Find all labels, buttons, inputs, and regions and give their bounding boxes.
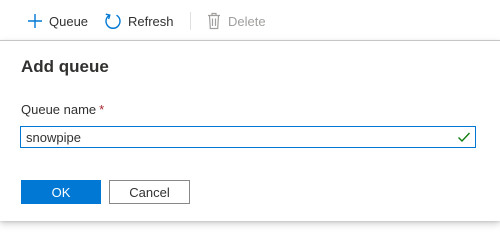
add-queue-button[interactable]: Queue <box>27 10 88 32</box>
queue-name-label-text: Queue name <box>21 102 97 117</box>
command-bar: Queue Refresh Delete <box>0 0 500 42</box>
delete-button[interactable]: Delete <box>206 10 266 32</box>
plus-icon <box>27 13 43 29</box>
refresh-button[interactable]: Refresh <box>104 10 174 32</box>
add-queue-label: Queue <box>49 13 89 29</box>
toolbar-divider <box>190 12 191 30</box>
cancel-button-label: Cancel <box>129 184 170 200</box>
queue-name-input[interactable] <box>21 127 446 147</box>
queue-name-field <box>20 126 476 148</box>
add-queue-panel: Add queue Queue name* OK Cancel <box>0 40 500 221</box>
required-marker: * <box>99 102 105 117</box>
cancel-button[interactable]: Cancel <box>109 180 190 204</box>
queue-name-label: Queue name * <box>21 102 104 117</box>
refresh-icon <box>104 12 122 30</box>
ok-button-label: OK <box>51 184 71 200</box>
panel-title: Add queue <box>21 57 109 76</box>
ok-button[interactable]: OK <box>21 180 101 204</box>
refresh-label: Refresh <box>128 13 174 29</box>
checkmark-icon <box>457 130 471 149</box>
trash-icon <box>206 12 222 30</box>
delete-label: Delete <box>228 13 266 29</box>
